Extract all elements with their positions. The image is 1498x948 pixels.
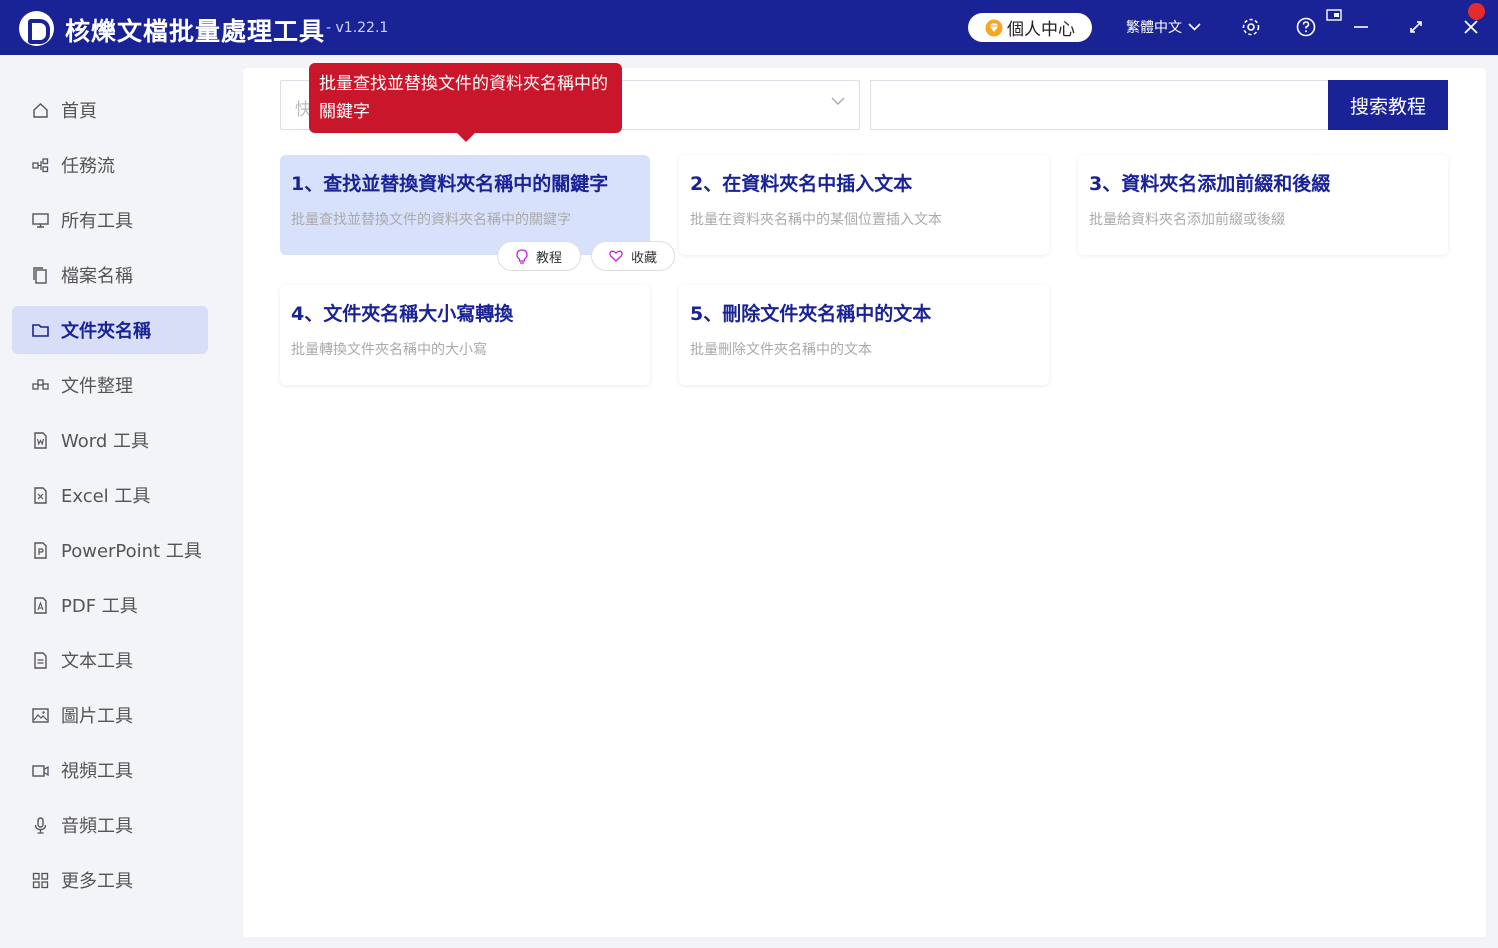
card-title: 3、資料夾名添加前綴和後綴: [1089, 173, 1331, 195]
microphone-icon: [32, 816, 49, 834]
sidebar: 首頁 任務流 所有工具 檔案名稱 文件夾名稱 文件整理 Word 工具 Exce…: [0, 55, 230, 948]
text-file-icon: [32, 651, 49, 669]
search-tutorial-button[interactable]: 搜索教程: [1328, 80, 1448, 130]
sidebar-item-file-organize[interactable]: 文件整理: [12, 361, 208, 409]
video-icon: [32, 762, 49, 779]
card-title: 1、查找並替換資料夾名稱中的關鍵字: [291, 173, 609, 195]
sidebar-item-label: PowerPoint 工具: [61, 541, 202, 562]
sidebar-item-label: 任務流: [61, 156, 115, 177]
main-panel: 快 搜索教程 批量查找並替換文件的資料夾名稱中的關鍵字 1、查找並替換資料夾名稱…: [243, 63, 1486, 937]
app-logo-icon: [19, 11, 54, 46]
sidebar-item-label: 視頻工具: [61, 761, 133, 782]
tool-card-case-convert[interactable]: 4、文件夾名稱大小寫轉換 批量轉換文件夾名稱中的大小寫: [280, 285, 650, 385]
tutorial-label: 教程: [535, 250, 562, 266]
card-title: 2、在資料夾名中插入文本: [690, 173, 913, 195]
card-description: 批量刪除文件夾名稱中的文本: [690, 342, 872, 358]
screenshot-icon[interactable]: [1322, 3, 1346, 27]
sidebar-item-image-tools[interactable]: 圖片工具: [12, 691, 208, 739]
folder-icon: [32, 322, 49, 339]
favorite-label: 收藏: [630, 250, 657, 266]
card-tooltip: 批量查找並替換文件的資料夾名稱中的關鍵字: [309, 63, 622, 142]
sidebar-item-label: 文本工具: [61, 651, 133, 672]
sidebar-item-label: 文件夾名稱: [61, 321, 151, 342]
notification-badge-icon[interactable]: [1468, 3, 1485, 20]
app-version: - v1.22.1: [326, 20, 389, 36]
organize-icon: [32, 377, 49, 394]
heart-icon: [609, 250, 623, 262]
sidebar-item-label: 檔案名稱: [61, 266, 133, 287]
sidebar-item-all-tools[interactable]: 所有工具: [12, 196, 208, 244]
word-file-icon: [32, 431, 49, 449]
chevron-down-icon: [831, 97, 845, 105]
sidebar-item-file-name[interactable]: 檔案名稱: [12, 251, 208, 299]
card-description: 批量給資料夾名添加前綴或後綴: [1089, 212, 1285, 228]
tool-card-prefix-suffix[interactable]: 3、資料夾名添加前綴和後綴 批量給資料夾名添加前綴或後綴: [1078, 155, 1448, 255]
card-title: 5、刪除文件夾名稱中的文本: [690, 303, 932, 325]
app-title: 核爍文檔批量處理工具: [65, 17, 326, 46]
card-title: 4、文件夾名稱大小寫轉換: [291, 303, 514, 325]
user-center-label: 個人中心: [1007, 20, 1075, 40]
diamond-icon: [985, 19, 1003, 36]
language-label: 繁體中文: [1126, 20, 1182, 36]
monitor-icon: [32, 212, 49, 229]
sidebar-item-text-tools[interactable]: 文本工具: [12, 636, 208, 684]
settings-gear-icon[interactable]: [1239, 15, 1263, 39]
sidebar-item-home[interactable]: 首頁: [12, 86, 208, 134]
sidebar-item-label: 音頻工具: [61, 816, 133, 837]
sidebar-item-label: Excel 工具: [61, 486, 151, 507]
sidebar-item-more-tools[interactable]: 更多工具: [12, 856, 208, 904]
title-bar: 核爍文檔批量處理工具 - v1.22.1 個人中心 繁體中文: [0, 0, 1498, 55]
excel-file-icon: [32, 486, 49, 504]
chevron-down-icon: [1188, 23, 1201, 31]
pdf-file-icon: [32, 596, 49, 614]
tool-card-insert-text[interactable]: 2、在資料夾名中插入文本 批量在資料夾名稱中的某個位置插入文本: [679, 155, 1049, 255]
sidebar-item-label: 所有工具: [61, 211, 133, 232]
maximize-icon[interactable]: [1404, 15, 1428, 39]
sidebar-item-excel-tools[interactable]: Excel 工具: [12, 471, 208, 519]
favorite-button[interactable]: 收藏: [591, 241, 675, 271]
file-copy-icon: [32, 266, 49, 284]
tool-card-delete-text[interactable]: 5、刪除文件夾名稱中的文本 批量刪除文件夾名稱中的文本: [679, 285, 1049, 385]
sidebar-item-workflow[interactable]: 任務流: [12, 141, 208, 189]
tutorial-button[interactable]: 教程: [497, 241, 581, 271]
user-center-button[interactable]: 個人中心: [968, 13, 1092, 42]
sidebar-item-label: 文件整理: [61, 376, 133, 397]
sidebar-item-audio-tools[interactable]: 音頻工具: [12, 801, 208, 849]
sidebar-item-label: PDF 工具: [61, 596, 138, 617]
lightbulb-icon: [516, 248, 528, 264]
sidebar-item-folder-name[interactable]: 文件夾名稱: [12, 306, 208, 354]
tutorial-search-input[interactable]: [870, 80, 1328, 130]
sidebar-item-pdf-tools[interactable]: PDF 工具: [12, 581, 208, 629]
card-description: 批量在資料夾名稱中的某個位置插入文本: [690, 212, 942, 228]
sidebar-item-label: Word 工具: [61, 431, 149, 452]
card-description: 批量轉換文件夾名稱中的大小寫: [291, 342, 487, 358]
card-description: 批量查找並替換文件的資料夾名稱中的關鍵字: [291, 212, 571, 228]
sidebar-item-word-tools[interactable]: Word 工具: [12, 416, 208, 464]
ppt-file-icon: [32, 541, 49, 559]
language-select[interactable]: 繁體中文: [1126, 17, 1201, 37]
sidebar-item-label: 首頁: [61, 101, 97, 122]
sidebar-item-powerpoint-tools[interactable]: PowerPoint 工具: [12, 526, 208, 574]
sidebar-item-video-tools[interactable]: 視頻工具: [12, 746, 208, 794]
home-icon: [32, 102, 49, 119]
sidebar-item-label: 圖片工具: [61, 706, 133, 727]
tool-card-find-replace[interactable]: 1、查找並替換資料夾名稱中的關鍵字 批量查找並替換文件的資料夾名稱中的關鍵字: [280, 155, 650, 255]
grid-icon: [32, 872, 49, 889]
minimize-icon[interactable]: [1349, 15, 1373, 39]
workflow-icon: [32, 157, 49, 174]
help-icon[interactable]: [1294, 15, 1318, 39]
image-icon: [32, 707, 49, 724]
sidebar-item-label: 更多工具: [61, 871, 133, 892]
